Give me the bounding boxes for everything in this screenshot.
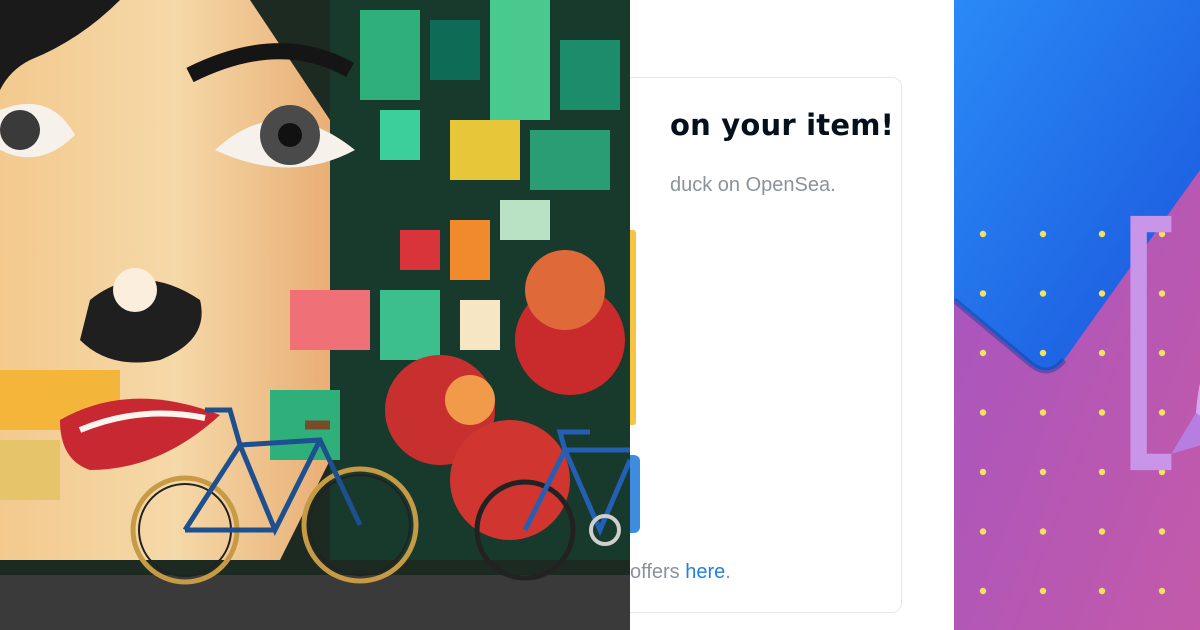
sidewalk <box>0 575 630 630</box>
grid-dot <box>1098 349 1106 357</box>
grid-dot <box>1039 230 1047 238</box>
grid-dot <box>979 230 987 238</box>
grid-dot <box>1039 587 1047 595</box>
grid-dot <box>1039 468 1047 476</box>
grid-dot <box>979 587 987 595</box>
notification-card <box>630 77 902 613</box>
here-link[interactable]: here <box>685 561 725 583</box>
card-title: on your item! <box>670 108 895 142</box>
grid-dot <box>1098 528 1106 535</box>
grid-dot <box>1098 230 1106 238</box>
footer-period: . <box>725 561 731 583</box>
rocket-logo-icon <box>1130 215 1200 471</box>
grid-dot <box>1098 290 1106 297</box>
grid-dot <box>1098 468 1106 476</box>
footer-text: offers <box>630 561 686 583</box>
grid-dot <box>1039 409 1047 416</box>
grid-dot <box>1098 587 1106 595</box>
card-subtitle: duck on OpenSea. <box>670 174 836 196</box>
grid-dot <box>979 528 987 535</box>
grid-dot <box>979 468 987 476</box>
mural-illustration <box>0 0 630 630</box>
grid-dot <box>979 290 987 297</box>
gold-card-edge <box>630 230 636 425</box>
grid-dot <box>1098 409 1106 416</box>
blue-button-edge[interactable] <box>630 455 640 533</box>
grid-dot <box>1039 528 1047 535</box>
grid-dot <box>979 409 987 416</box>
card-footer: offers here. <box>630 561 731 584</box>
gradient-tile <box>954 0 1200 630</box>
grid-dot <box>1039 349 1047 357</box>
grid-dot <box>1039 290 1047 297</box>
grid-dot <box>979 349 987 357</box>
mural-photo <box>0 0 630 630</box>
notification-panel: on your item! duck on OpenSea. offers he… <box>630 0 954 630</box>
